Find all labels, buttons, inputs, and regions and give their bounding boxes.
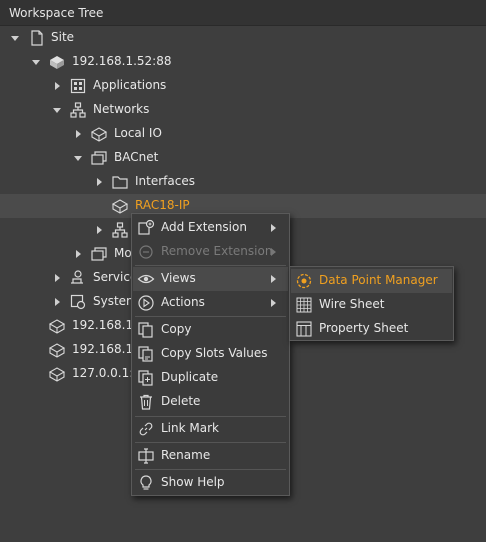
menu-label: Data Point Manager: [319, 273, 438, 287]
tree-label: Interfaces: [135, 174, 195, 188]
rename-icon: [138, 448, 154, 464]
device-icon: [50, 56, 64, 69]
network-icon: [112, 222, 128, 238]
submenu-arrow-icon: [271, 275, 276, 283]
eye-icon: [137, 274, 155, 284]
play-icon: [138, 295, 154, 311]
device-outline-icon: [48, 319, 66, 334]
expand-arrow-icon[interactable]: [53, 108, 61, 113]
menu-label: Actions: [161, 295, 205, 309]
system-icon: [70, 294, 86, 310]
menu-item-actions[interactable]: Actions: [133, 291, 288, 315]
menu-divider: [135, 469, 286, 470]
tree-label: Networks: [93, 102, 150, 116]
menu-item-views[interactable]: Views: [133, 267, 288, 291]
tree-item-site[interactable]: Site: [0, 26, 486, 50]
tree-label: Site: [51, 30, 75, 44]
menu-label: Remove Extension: [161, 244, 273, 258]
duplicate-icon: [138, 370, 153, 386]
tree-label: BACnet: [114, 150, 159, 164]
menu-item-show-help[interactable]: Show Help: [133, 471, 288, 495]
submenu-item-wire-sheet[interactable]: Wire Sheet: [291, 293, 452, 317]
tree-label: RAC18-IP: [135, 198, 190, 212]
menu-item-copy[interactable]: Copy: [133, 318, 288, 342]
folder-icon: [112, 176, 128, 189]
menu-label: Rename: [161, 448, 211, 462]
context-menu: Add Extension Remove Extension Views Act…: [131, 213, 290, 496]
menu-label: Views: [161, 271, 196, 285]
expand-arrow-icon[interactable]: [74, 156, 82, 161]
menu-divider: [135, 316, 286, 317]
panel-header: Workspace Tree: [0, 0, 486, 26]
tree-item-local-io[interactable]: Local IO: [0, 122, 486, 146]
tree-item-host[interactable]: 192.168.1.52:88: [0, 50, 486, 74]
menu-item-rename[interactable]: Rename: [133, 444, 288, 468]
tree-item-applications[interactable]: Applications: [0, 74, 486, 98]
submenu-arrow-icon: [271, 299, 276, 307]
tree-item-bacnet[interactable]: BACnet: [0, 146, 486, 170]
menu-label: Link Mark: [161, 421, 219, 435]
remove-icon: [139, 245, 153, 259]
tree-label: 192.168.1.52:88: [72, 54, 172, 68]
data-point-manager-icon: [296, 273, 312, 289]
menu-item-link-mark[interactable]: Link Mark: [133, 417, 288, 441]
tree-label: Local IO: [114, 126, 162, 140]
tree-item-networks[interactable]: Networks: [0, 98, 486, 122]
collapse-arrow-icon[interactable]: [76, 130, 81, 138]
menu-label: Copy: [161, 322, 192, 336]
device-outline-icon: [48, 343, 66, 358]
submenu-arrow-icon: [271, 248, 276, 256]
submenu-item-data-point-manager[interactable]: Data Point Manager: [291, 269, 452, 293]
link-icon: [139, 422, 153, 436]
menu-label: Duplicate: [161, 370, 219, 384]
network-stack-icon: [91, 151, 107, 165]
network-stack-icon: [91, 247, 107, 261]
menu-label: Add Extension: [161, 220, 247, 234]
collapse-arrow-icon[interactable]: [55, 82, 60, 90]
menu-label: Copy Slots Values: [161, 346, 268, 360]
collapse-arrow-icon[interactable]: [97, 226, 102, 234]
collapse-arrow-icon[interactable]: [55, 298, 60, 306]
applications-icon: [70, 78, 86, 94]
collapse-arrow-icon[interactable]: [97, 178, 102, 186]
menu-label: Delete: [161, 394, 201, 408]
submenu-arrow-icon: [271, 224, 276, 232]
copy-values-icon: [138, 346, 153, 362]
add-extension-icon: [138, 219, 155, 235]
grid-icon: [296, 297, 312, 313]
views-submenu: Data Point Manager Wire Sheet Property S…: [289, 266, 454, 341]
menu-divider: [135, 442, 286, 443]
tree-item-interfaces[interactable]: Interfaces: [0, 170, 486, 194]
menu-label: Show Help: [161, 475, 225, 489]
services-icon: [71, 270, 83, 284]
submenu-item-property-sheet[interactable]: Property Sheet: [291, 317, 452, 341]
menu-item-delete[interactable]: Delete: [133, 390, 288, 414]
menu-item-duplicate[interactable]: Duplicate: [133, 366, 288, 390]
menu-item-remove-extension[interactable]: Remove Extension: [133, 240, 288, 264]
menu-divider: [135, 265, 286, 266]
table-icon: [296, 321, 312, 337]
menu-item-add-extension[interactable]: Add Extension: [133, 216, 288, 240]
tree-label: Mo: [114, 246, 132, 260]
device-outline-icon: [111, 199, 129, 214]
document-icon: [31, 30, 43, 46]
device-outline-icon: [90, 127, 108, 142]
menu-label: Property Sheet: [319, 321, 409, 335]
panel-title: Workspace Tree: [9, 6, 104, 20]
trash-icon: [140, 394, 152, 410]
lightbulb-icon: [140, 475, 152, 490]
device-outline-icon: [48, 367, 66, 382]
collapse-arrow-icon[interactable]: [76, 250, 81, 258]
copy-icon: [138, 322, 153, 338]
expand-arrow-icon[interactable]: [11, 36, 19, 41]
menu-label: Wire Sheet: [319, 297, 385, 311]
expand-arrow-icon[interactable]: [32, 60, 40, 65]
tree-label: Applications: [93, 78, 167, 92]
network-icon: [70, 102, 86, 118]
collapse-arrow-icon[interactable]: [55, 274, 60, 282]
menu-item-copy-slots-values[interactable]: Copy Slots Values: [133, 342, 288, 366]
